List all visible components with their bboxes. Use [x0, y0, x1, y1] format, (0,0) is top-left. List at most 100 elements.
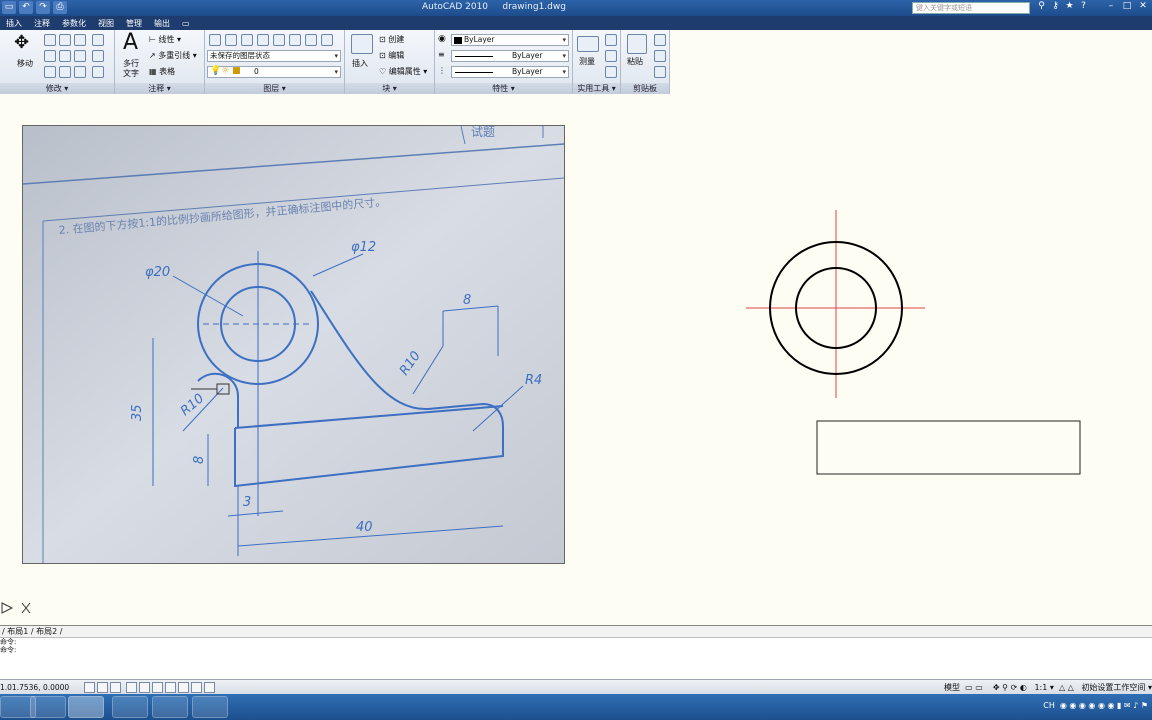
- search-input[interactable]: 键入关键字或短语: [912, 2, 1030, 14]
- mirror-icon[interactable]: [59, 50, 71, 62]
- annotation-scale[interactable]: 1:1 ▾: [1034, 683, 1053, 692]
- snap-mode-icon[interactable]: [84, 682, 95, 693]
- star-icon[interactable]: ★: [1064, 1, 1075, 14]
- layout-tabs[interactable]: / 布局1 / 布局2 /: [0, 625, 1152, 637]
- tab-insert[interactable]: 插入: [6, 18, 22, 29]
- layer-state-dropdown[interactable]: 未保存的图层状态: [207, 50, 341, 62]
- layer-iso-icon[interactable]: [241, 34, 253, 46]
- model-button[interactable]: 模型: [944, 683, 960, 692]
- rotate-icon[interactable]: [44, 34, 56, 46]
- layer-match-icon[interactable]: [305, 34, 317, 46]
- color-dropdown[interactable]: ByLayer: [451, 34, 569, 46]
- close-button[interactable]: ✕: [1136, 1, 1150, 14]
- annotation-panel-label[interactable]: 注释 ▾: [115, 83, 204, 94]
- layer-walk-icon[interactable]: [321, 34, 333, 46]
- quick-props-icon[interactable]: [204, 682, 215, 693]
- multileader-button[interactable]: ↗ 多重引线 ▾: [149, 50, 197, 61]
- linear-dim-button[interactable]: ⊢ 线性 ▾: [149, 34, 181, 45]
- mtext-label-2[interactable]: 文字: [123, 68, 139, 79]
- cad-circle-drawing[interactable]: [746, 210, 925, 398]
- grid-mode-icon[interactable]: [97, 682, 108, 693]
- lineweight-toggle-icon[interactable]: [191, 682, 202, 693]
- media-player-icon[interactable]: [30, 696, 66, 718]
- binoculars-icon[interactable]: ⚲: [1036, 1, 1047, 14]
- workspace-switch[interactable]: 初始设置工作空间 ▾: [1081, 683, 1152, 692]
- tab-manage[interactable]: 管理: [126, 18, 142, 29]
- tab-output[interactable]: 输出: [154, 18, 170, 29]
- layer-lock-icon[interactable]: [289, 34, 301, 46]
- capture-app-icon[interactable]: [192, 696, 228, 718]
- tab-view[interactable]: 视图: [98, 18, 114, 29]
- calculator-icon[interactable]: [605, 66, 617, 78]
- explode-icon[interactable]: [92, 50, 104, 62]
- move-button[interactable]: 移动: [17, 58, 33, 69]
- layers-panel-label[interactable]: 图层 ▾: [205, 83, 344, 94]
- ducs-icon[interactable]: [165, 682, 176, 693]
- clipboard-panel-label[interactable]: 剪贴板: [621, 83, 669, 94]
- paste-icon[interactable]: [627, 34, 647, 54]
- video-app-icon[interactable]: [112, 696, 148, 718]
- array-icon[interactable]: [74, 66, 86, 78]
- command-line[interactable]: 命令: 命令:: [0, 637, 1152, 679]
- edit-block-button[interactable]: ⊡ 编辑: [379, 50, 404, 61]
- minimize-button[interactable]: –: [1104, 1, 1118, 14]
- copy-clip-icon[interactable]: [654, 50, 666, 62]
- tab-annotate[interactable]: 注释: [34, 18, 50, 29]
- layer-state-icon[interactable]: [225, 34, 237, 46]
- polar-tracking-icon[interactable]: [126, 682, 137, 693]
- fillet-icon[interactable]: [74, 50, 86, 62]
- input-method-indicator[interactable]: CH: [1043, 701, 1055, 710]
- stretch-icon[interactable]: [44, 66, 56, 78]
- lineweight-icon[interactable]: ⋮: [438, 66, 446, 75]
- open-icon[interactable]: ▭: [2, 1, 16, 14]
- otrack-icon[interactable]: [152, 682, 163, 693]
- autocad-taskbar-icon[interactable]: [68, 696, 104, 718]
- ribbon-toggle-icon[interactable]: ▭: [182, 19, 190, 28]
- table-button[interactable]: ▦ 表格: [149, 66, 175, 77]
- maximize-button[interactable]: □: [1120, 1, 1134, 14]
- layer-off-icon[interactable]: [273, 34, 285, 46]
- offset-icon[interactable]: [92, 66, 104, 78]
- scale-icon[interactable]: [59, 66, 71, 78]
- print-icon[interactable]: ⎙: [53, 1, 67, 14]
- drawing-canvas[interactable]: 试题 2. 在图的下方按1:1的比例抄画所给图形，并正确标注图中的尺寸。 φ20…: [0, 95, 1152, 625]
- insert-button[interactable]: 插入: [352, 58, 368, 69]
- select-all-icon[interactable]: [605, 50, 617, 62]
- tab-parametric[interactable]: 参数化: [62, 18, 86, 29]
- key-icon[interactable]: ⚷: [1050, 1, 1061, 14]
- help-icon[interactable]: ?: [1078, 1, 1089, 14]
- reference-photo[interactable]: 试题 2. 在图的下方按1:1的比例抄画所给图形，并正确标注图中的尺寸。 φ20…: [22, 124, 565, 564]
- edit-attr-button[interactable]: ♡ 编辑属性 ▾: [379, 66, 427, 77]
- paste-button[interactable]: 粘贴: [627, 56, 643, 67]
- properties-panel-label[interactable]: 特性 ▾: [435, 83, 572, 94]
- redo-icon[interactable]: ↷: [36, 1, 50, 14]
- tray-icon[interactable]: ◉ ◉ ◉ ◉ ◉ ◉ ▮ ✉ ♪ ⚑: [1060, 701, 1148, 710]
- mtext-icon[interactable]: A: [123, 30, 138, 55]
- undo-icon[interactable]: ↶: [19, 1, 33, 14]
- move-icon[interactable]: ✥: [14, 32, 29, 53]
- measure-icon[interactable]: [577, 36, 599, 52]
- utilities-panel-label[interactable]: 实用工具 ▾: [573, 83, 620, 94]
- match-prop-icon[interactable]: [654, 66, 666, 78]
- extend-icon[interactable]: [74, 34, 86, 46]
- drawn-rectangle[interactable]: [816, 420, 1081, 475]
- erase-icon[interactable]: [92, 34, 104, 46]
- cut-icon[interactable]: [654, 34, 666, 46]
- create-block-button[interactable]: ⊡ 创建: [379, 34, 404, 45]
- color-wheel-icon[interactable]: ◉: [438, 34, 446, 44]
- browser-icon[interactable]: [152, 696, 188, 718]
- measure-button[interactable]: 测量: [579, 56, 595, 67]
- linetype-icon[interactable]: ≡: [438, 50, 445, 59]
- quick-select-icon[interactable]: [605, 34, 617, 46]
- dyn-input-icon[interactable]: [178, 682, 189, 693]
- modify-panel-label[interactable]: 修改 ▾: [0, 83, 114, 94]
- trim-icon[interactable]: [59, 34, 71, 46]
- block-panel-label[interactable]: 块 ▾: [345, 83, 434, 94]
- layer-freeze-icon[interactable]: [257, 34, 269, 46]
- copy-icon[interactable]: [44, 50, 56, 62]
- osnap-icon[interactable]: [139, 682, 150, 693]
- coordinate-readout[interactable]: 1.01.7536, 0.0000: [0, 683, 69, 692]
- layer-properties-icon[interactable]: [209, 34, 221, 46]
- ortho-mode-icon[interactable]: [110, 682, 121, 693]
- insert-block-icon[interactable]: [351, 34, 373, 54]
